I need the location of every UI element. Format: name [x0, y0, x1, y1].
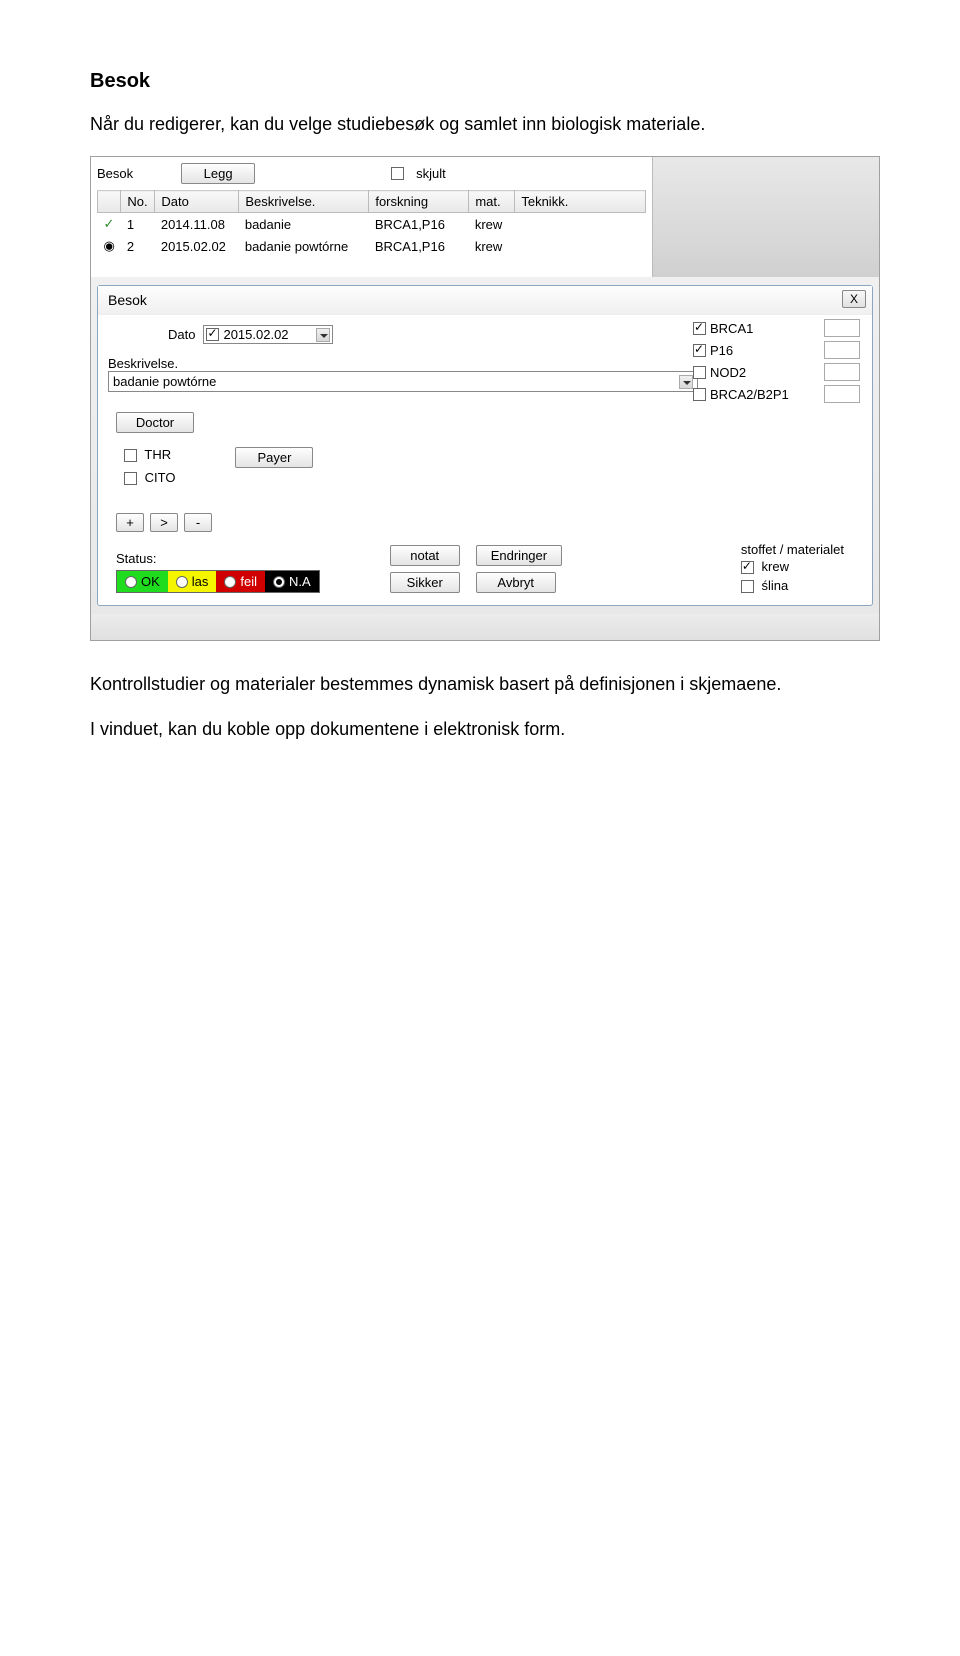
- sikker-button[interactable]: Sikker: [390, 572, 460, 593]
- bottom-bar: [91, 614, 879, 640]
- cell-dato: 2014.11.08: [155, 213, 239, 236]
- p16-label: P16: [710, 343, 820, 358]
- status-na[interactable]: N.A: [265, 571, 319, 592]
- close-button[interactable]: X: [842, 290, 866, 308]
- nod2-checkbox[interactable]: [693, 366, 706, 379]
- check-icon: ✓: [98, 213, 121, 236]
- brca2-input[interactable]: [824, 385, 860, 403]
- status-feil-label: feil: [240, 574, 257, 589]
- col-mat[interactable]: mat.: [469, 191, 515, 213]
- status-las[interactable]: las: [168, 571, 217, 592]
- p16-checkbox[interactable]: [693, 344, 706, 357]
- cell-forsk: BRCA1,P16: [369, 213, 469, 236]
- dato-label: Dato: [168, 327, 195, 342]
- thr-label: THR: [144, 447, 171, 462]
- dialog-title: Besok: [108, 292, 147, 308]
- chevron-down-icon[interactable]: [679, 375, 693, 389]
- avbryt-button[interactable]: Avbryt: [476, 572, 556, 593]
- brca1-label: BRCA1: [710, 321, 820, 336]
- cito-label: CITO: [145, 470, 176, 485]
- cell-no: 2: [121, 235, 155, 257]
- next-button[interactable]: >: [150, 513, 178, 532]
- status-bar: OK las feil: [116, 570, 320, 593]
- nod2-input[interactable]: [824, 363, 860, 381]
- beskrivelse-field[interactable]: badanie powtórne: [108, 371, 698, 392]
- payer-button[interactable]: Payer: [235, 447, 313, 468]
- thr-checkbox[interactable]: [124, 449, 137, 462]
- cell-mat: krew: [469, 235, 515, 257]
- minus-button[interactable]: -: [184, 513, 212, 532]
- preview-pane: [653, 157, 879, 277]
- cito-checkbox[interactable]: [124, 472, 137, 485]
- status-label: Status:: [116, 551, 320, 566]
- table-row[interactable]: ◉ 2 2015.02.02 badanie powtórne BRCA1,P1…: [98, 235, 646, 257]
- col-teknikk[interactable]: Teknikk.: [515, 191, 646, 213]
- krew-label: krew: [762, 559, 789, 574]
- p16-input[interactable]: [824, 341, 860, 359]
- material-label: stoffet / materialet: [741, 542, 844, 557]
- notat-button[interactable]: notat: [390, 545, 460, 566]
- status-feil[interactable]: feil: [216, 571, 265, 592]
- intro-paragraph: Når du redigerer, kan du velge studiebes…: [90, 111, 870, 138]
- cell-mat: krew: [469, 213, 515, 236]
- krew-checkbox[interactable]: [741, 561, 754, 574]
- dato-value: 2015.02.02: [223, 327, 288, 342]
- cell-besk: badanie: [239, 213, 369, 236]
- skjult-label: skjult: [416, 166, 446, 181]
- table-header-row: No. Dato Beskrivelse. forskning mat. Tek…: [98, 191, 646, 213]
- after-paragraph-2: I vinduet, kan du koble opp dokumentene …: [90, 716, 870, 743]
- radio-icon: [224, 576, 236, 588]
- slina-label: ślina: [762, 578, 789, 593]
- page-title: Besok: [90, 70, 870, 93]
- cell-forsk: BRCA1,P16: [369, 235, 469, 257]
- slina-checkbox[interactable]: [741, 580, 754, 593]
- radio-icon: [176, 576, 188, 588]
- close-icon: X: [850, 292, 858, 306]
- endringer-button[interactable]: Endringer: [476, 545, 562, 566]
- cell-besk: badanie powtórne: [239, 235, 369, 257]
- skjult-checkbox[interactable]: [391, 167, 404, 180]
- nod2-label: NOD2: [710, 365, 820, 380]
- cell-no: 1: [121, 213, 155, 236]
- brca2-checkbox[interactable]: [693, 388, 706, 401]
- visits-table: No. Dato Beskrivelse. forskning mat. Tek…: [97, 190, 646, 257]
- col-no[interactable]: No.: [121, 191, 155, 213]
- status-ok-label: OK: [141, 574, 160, 589]
- beskrivelse-value: badanie powtórne: [113, 374, 216, 389]
- plus-button[interactable]: +: [116, 513, 144, 532]
- status-las-label: las: [192, 574, 209, 589]
- brca2-label: BRCA2/B2P1: [710, 387, 820, 402]
- doctor-button[interactable]: Doctor: [116, 412, 194, 433]
- brca1-checkbox[interactable]: [693, 322, 706, 335]
- status-ok[interactable]: OK: [117, 571, 168, 592]
- dato-field[interactable]: 2015.02.02: [203, 325, 333, 344]
- besok-label: Besok: [97, 166, 133, 181]
- status-na-label: N.A: [289, 574, 311, 589]
- after-paragraph-1: Kontrollstudier og materialer bestemmes …: [90, 671, 870, 698]
- legg-button[interactable]: Legg: [181, 163, 255, 184]
- target-icon: ◉: [98, 235, 121, 257]
- screenshot-panel: Besok Legg skjult No. Dato Beskrivelse. …: [90, 156, 880, 641]
- besok-dialog: Besok X BRCA1 P16: [97, 285, 873, 606]
- chevron-down-icon[interactable]: [316, 328, 330, 342]
- brca1-input[interactable]: [824, 319, 860, 337]
- dato-checkbox[interactable]: [206, 328, 219, 341]
- radio-icon: [125, 576, 137, 588]
- col-forskning[interactable]: forskning: [369, 191, 469, 213]
- col-besk[interactable]: Beskrivelse.: [239, 191, 369, 213]
- gene-panel: BRCA1 P16 NOD2 BRCA2: [693, 319, 860, 403]
- table-row[interactable]: ✓ 1 2014.11.08 badanie BRCA1,P16 krew: [98, 213, 646, 236]
- radio-icon: [273, 576, 285, 588]
- col-dato[interactable]: Dato: [155, 191, 239, 213]
- cell-dato: 2015.02.02: [155, 235, 239, 257]
